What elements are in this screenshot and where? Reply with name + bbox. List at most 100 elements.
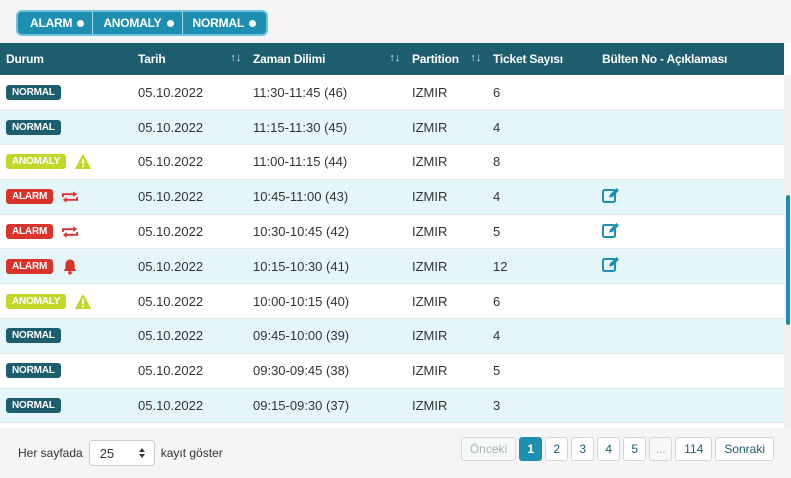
column-header-label: Bülten No - Açıklaması <box>602 52 728 66</box>
pagination-page-1[interactable]: 1 <box>519 437 543 461</box>
column-header-ticket-sayisi[interactable]: Ticket Sayısı <box>487 43 596 75</box>
pagination-next-button[interactable]: Sonraki <box>715 437 774 461</box>
time-slot-cell: 11:30-11:45 (46) <box>253 84 348 100</box>
ticket-count-cell: 5 <box>493 224 501 240</box>
table-header-row: Durum Tarih ↑↓ Zaman Dilimi ↑↓ Partition ↑↓… <box>0 43 784 75</box>
partition-cell: IZMIR <box>412 119 448 135</box>
partition-cell: IZMIR <box>412 258 448 274</box>
pagination-ellipsis: ... <box>649 437 673 461</box>
column-header-partition[interactable]: Partition ↑↓ <box>406 43 487 75</box>
date-cell: 05.10.2022 <box>138 224 204 240</box>
time-slot-cell: 10:45-11:00 (43) <box>253 189 349 205</box>
pagination-page-3[interactable]: 3 <box>571 437 595 461</box>
status-cell: NORMAL <box>0 319 132 354</box>
partition-cell: IZMIR <box>412 224 448 240</box>
date-cell: 05.10.2022 <box>138 293 204 309</box>
column-header-label: Zaman Dilimi <box>253 52 326 66</box>
column-header-tarih[interactable]: Tarih ↑↓ <box>132 43 247 75</box>
page-size-select[interactable]: 25 <box>88 440 155 466</box>
edit-icon[interactable] <box>602 222 620 240</box>
repeat-icon <box>61 188 79 206</box>
date-cell: 05.10.2022 <box>138 154 204 170</box>
filter-normal-label: NORMAL <box>192 16 245 30</box>
date-cell: 05.10.2022 <box>138 258 204 274</box>
table-row[interactable]: NORMAL 05.10.2022 09:15-09:30 (37) IZMIR… <box>0 388 784 423</box>
partition-cell: IZMIR <box>412 398 448 414</box>
pagination-prev-button[interactable]: Önceki <box>460 437 517 461</box>
filter-anomaly-label: ANOMALY <box>103 16 162 30</box>
column-header-bulten-no[interactable]: Bülten No - Açıklaması <box>596 43 784 75</box>
column-header-label: Durum <box>6 52 44 66</box>
ticket-count-cell: 3 <box>493 398 501 414</box>
ticket-count-cell: 8 <box>493 154 501 170</box>
partition-cell: IZMIR <box>412 154 448 170</box>
sort-icon: ↑↓ <box>230 52 241 64</box>
partition-cell: IZMIR <box>412 328 448 344</box>
bulletin-cell <box>596 214 784 249</box>
per-page-prefix: Her sayfada <box>18 446 83 460</box>
status-cell: NORMAL <box>0 110 132 145</box>
filter-alarm-label: ALARM <box>30 16 73 30</box>
time-slot-cell: 09:30-09:45 (38) <box>253 363 350 379</box>
sort-icon: ↑↓ <box>470 52 481 64</box>
table-row[interactable]: NORMAL 05.10.2022 09:45-10:00 (39) IZMIR… <box>0 318 784 354</box>
bulletin-cell <box>596 353 784 388</box>
filter-normal-button[interactable]: NORMAL <box>181 12 264 34</box>
pagination-page-2[interactable]: 2 <box>545 437 569 461</box>
time-slot-cell: 09:15-09:30 (37) <box>253 398 350 414</box>
time-slot-cell: 11:15-11:30 (45) <box>253 119 348 135</box>
edit-icon[interactable] <box>602 256 620 274</box>
bulletin-cell <box>596 319 784 354</box>
table-row[interactable]: NORMAL 05.10.2022 09:30-09:45 (38) IZMIR… <box>0 353 784 389</box>
ticket-count-cell: 5 <box>493 363 501 379</box>
status-cell: ALARM <box>0 214 132 249</box>
table-footer: Her sayfada 25 kayıt göster Önceki 1 2 3… <box>0 428 791 478</box>
column-header-label: Partition <box>412 52 459 66</box>
dot-icon <box>77 19 85 27</box>
status-badge: NORMAL <box>6 84 61 100</box>
table-body: NORMAL 05.10.2022 11:30-11:45 (46) IZMIR… <box>0 75 784 423</box>
column-header-durum[interactable]: Durum <box>0 43 132 75</box>
status-badge: ANOMALY <box>6 154 67 170</box>
status-badge: ALARM <box>6 189 54 205</box>
ticket-count-cell: 4 <box>493 189 501 205</box>
pagination-page-last[interactable]: 114 <box>675 437 713 461</box>
ticket-count-cell: 4 <box>493 328 501 344</box>
time-slot-cell: 10:30-10:45 (42) <box>253 224 350 240</box>
status-filter-group: ALARM ANOMALY NORMAL <box>16 10 268 36</box>
scrollbar-thumb[interactable] <box>786 195 790 325</box>
date-cell: 05.10.2022 <box>138 398 204 414</box>
partition-cell: IZMIR <box>412 189 448 205</box>
status-badge: NORMAL <box>6 119 61 135</box>
column-header-label: Tarih <box>138 52 166 66</box>
table-row[interactable]: ANOMALY 05.10.2022 10:00-10:15 (40) IZMI… <box>0 283 784 319</box>
table-row[interactable]: NORMAL 05.10.2022 11:15-11:30 (45) IZMIR… <box>0 109 784 145</box>
table-row[interactable]: ALARM 05.10.2022 10:15-10:30 (41) IZMIR … <box>0 248 784 284</box>
bulletin-cell <box>596 249 784 284</box>
filter-alarm-button[interactable]: ALARM <box>20 12 92 34</box>
table-row[interactable]: ANOMALY 05.10.2022 11:00-11:15 (44) IZMI… <box>0 144 784 180</box>
date-cell: 05.10.2022 <box>138 189 204 205</box>
select-arrows-icon <box>138 448 145 458</box>
per-page-suffix: kayıt göster <box>160 446 223 460</box>
warning-icon <box>74 153 92 171</box>
partition-cell: IZMIR <box>412 293 448 309</box>
table-row[interactable]: ALARM 05.10.2022 10:30-10:45 (42) IZMIR … <box>0 214 784 249</box>
time-slot-cell: 10:00-10:15 (40) <box>253 293 350 309</box>
pagination-page-4[interactable]: 4 <box>597 437 621 461</box>
warning-icon <box>74 292 92 310</box>
status-cell: ANOMALY <box>0 145 132 180</box>
table-row[interactable]: NORMAL 05.10.2022 11:30-11:45 (46) IZMIR… <box>0 75 784 110</box>
filter-anomaly-button[interactable]: ANOMALY <box>92 12 181 34</box>
status-cell: ANOMALY <box>0 284 132 319</box>
table-row[interactable]: ALARM 05.10.2022 10:45-11:00 (43) IZMIR … <box>0 179 784 215</box>
pagination-page-5[interactable]: 5 <box>623 437 647 461</box>
status-badge: ALARM <box>6 258 54 274</box>
vertical-scrollbar[interactable] <box>784 75 791 428</box>
bell-icon <box>61 257 79 275</box>
page-size-control: Her sayfada 25 kayıt göster <box>18 440 223 466</box>
date-cell: 05.10.2022 <box>138 328 204 344</box>
edit-icon[interactable] <box>602 187 620 205</box>
column-header-zaman-dilimi[interactable]: Zaman Dilimi ↑↓ <box>247 43 406 75</box>
status-badge: NORMAL <box>6 398 61 414</box>
